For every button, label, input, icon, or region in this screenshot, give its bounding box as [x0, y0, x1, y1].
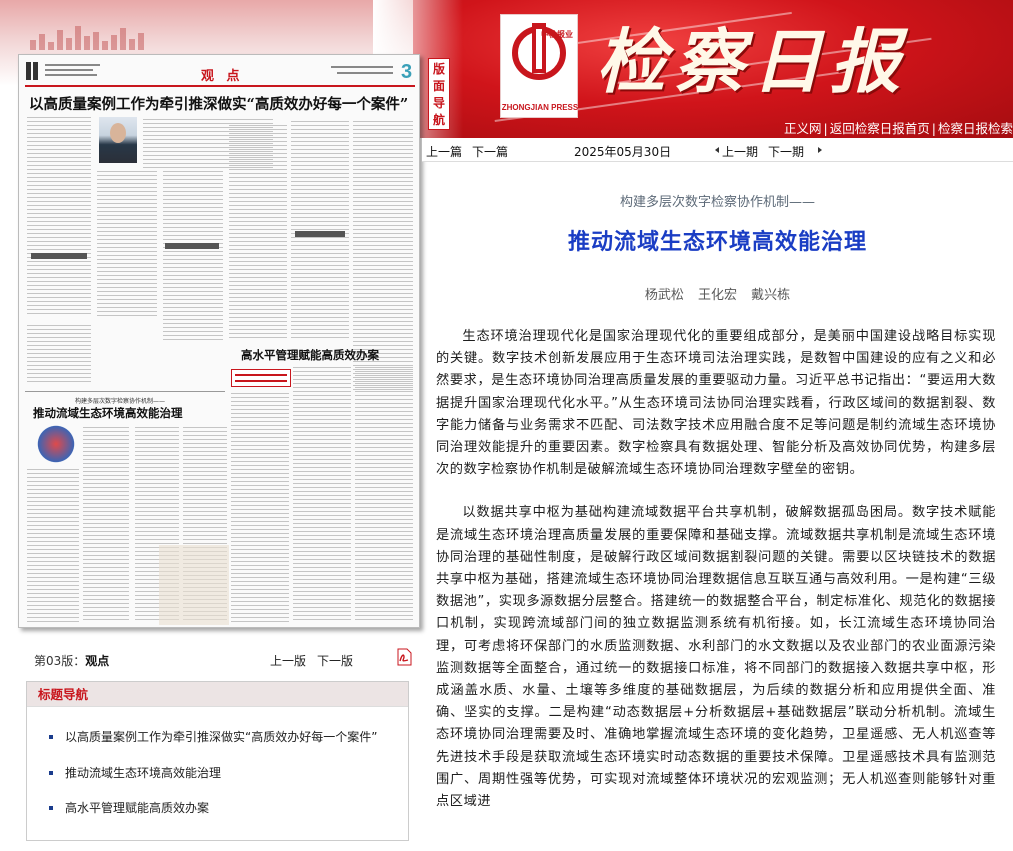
link-zhengyi[interactable]: 正义网: [784, 121, 822, 136]
thumbnail-text-column: [229, 125, 287, 341]
thumbnail-illustration: [33, 425, 79, 463]
article-paragraph: 以数据共享中枢为基础构建流域数据平台共享机制，破解数据孤岛困局。数字技术赋能是流…: [436, 505, 996, 810]
page-guide-label: 版面导航: [433, 62, 446, 127]
thumbnail-headline-1[interactable]: 以高质量案例工作为牵引推深做实“高质效办好每一个案件”: [29, 93, 408, 114]
page-navigation: 第03版：观点 上一版 下一版: [26, 648, 418, 670]
headline-navigation-title: 标题导航: [27, 682, 408, 707]
thumbnail-text-column: [97, 171, 157, 317]
next-article-link[interactable]: 下一篇: [472, 143, 508, 160]
thumbnail-text-column: [163, 171, 223, 341]
press-logo-english: ZHONGJIAN PRESS: [501, 103, 579, 112]
toc-item[interactable]: 高水平管理赋能高质效办案: [49, 799, 209, 816]
thumbnail-text-column: [231, 393, 289, 623]
thumbnail-headline-3[interactable]: 高水平管理赋能高质效办案: [241, 347, 379, 363]
press-logo-chinese: 中检报业: [541, 30, 573, 39]
toc-item[interactable]: 推动流域生态环境高效能治理: [49, 764, 221, 781]
thumbnail-meta-lines: [45, 63, 105, 82]
thumbnail-subhead: [295, 231, 345, 237]
thumbnail-subhead: [31, 253, 87, 259]
link-search[interactable]: 检察日报检索: [938, 121, 1013, 136]
thumbnail-shaded-box: [159, 545, 229, 625]
thumbnail-divider: [25, 391, 225, 392]
article-paragraph: 生态环境治理现代化是国家治理现代化的重要组成部分，是美丽中国建设战略目标实现的关…: [436, 329, 996, 478]
thumbnail-date-lines: [325, 65, 395, 82]
thumbnail-red-callout: [231, 369, 291, 387]
arrow-right-icon: [818, 147, 822, 153]
thumbnail-text-column: [293, 367, 351, 623]
prev-issue-link[interactable]: 上一期: [722, 143, 758, 160]
top-links: 正义网 | 返回检察日报首页 | 检察日报检索: [784, 121, 1013, 136]
newspaper-masthead: 检察日报: [596, 20, 908, 103]
press-logo[interactable]: 中检报业 ZHONGJIAN PRESS: [500, 14, 578, 118]
thumbnail-subhead: [165, 243, 219, 249]
thumbnail-masthead-mark: [25, 61, 41, 83]
article-kicker: 构建多层次数字检察协作机制——: [619, 195, 815, 210]
thumbnail-text-column: [27, 325, 91, 385]
bullet-icon: [49, 805, 53, 810]
bullet-icon: [49, 770, 53, 775]
thumbnail-text-column: [27, 117, 91, 317]
article-body: 生态环境治理现代化是国家治理现代化的重要组成部分，是美丽中国建设战略目标实现的关…: [436, 326, 996, 834]
thumbnail-text-column: [83, 427, 129, 623]
thumbnail-page-number: 3: [401, 61, 413, 83]
author-portrait: [99, 117, 137, 163]
newspaper-page-thumbnail[interactable]: 观 点 3 以高质量案例工作为牵引推深做实“高质效办好每一个案件” 构建多层次数…: [18, 54, 420, 628]
thumbnail-section-name: 观 点: [201, 69, 244, 84]
next-page-link[interactable]: 下一版: [317, 652, 353, 669]
pdf-icon[interactable]: [396, 648, 412, 666]
thumbnail-kicker-2: 构建多层次数字检察协作机制——: [75, 398, 166, 405]
thumbnail-text-column: [27, 469, 79, 623]
article-title: 推动流域生态环境高效能治理: [567, 230, 867, 255]
issue-date: 2025年05月30日: [574, 145, 672, 159]
bullet-icon: [49, 734, 53, 739]
next-issue-link[interactable]: 下一期: [768, 143, 804, 160]
prev-page-link[interactable]: 上一版: [270, 652, 306, 669]
thumbnail-headline-2[interactable]: 推动流域生态环境高效能治理: [33, 405, 183, 421]
link-home[interactable]: 返回检察日报首页: [830, 121, 930, 136]
skyline-graphic: [30, 24, 150, 50]
arrow-left-icon: [715, 147, 719, 153]
article-authors: 杨武松 王化宏 戴兴栋: [644, 288, 791, 303]
page-thumbnail-header: 观 点 3: [25, 61, 415, 87]
article-nav-bar: 上一篇 下一篇 2025年05月30日 上一期 下一期: [422, 138, 1013, 162]
page-guide-tab[interactable]: 版面导航: [428, 58, 450, 130]
prev-article-link[interactable]: 上一篇: [426, 143, 462, 160]
headline-navigation: 标题导航 以高质量案例工作为牵引推深做实“高质效办好每一个案件” 推动流域生态环…: [26, 681, 409, 841]
current-page: 第03版：观点: [34, 654, 110, 668]
toc-item[interactable]: 以高质量案例工作为牵引推深做实“高质效办好每一个案件”: [49, 728, 377, 745]
thumbnail-text-column: [355, 367, 413, 623]
